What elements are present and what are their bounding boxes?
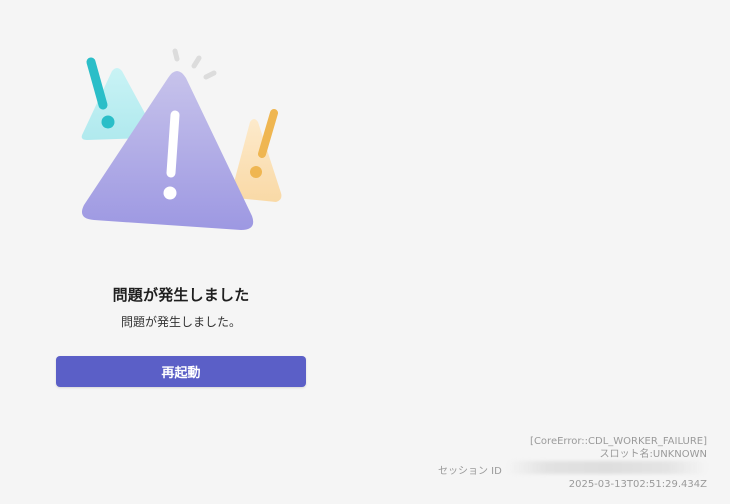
session-id-redacted xyxy=(507,461,707,474)
session-id-label: セッション ID xyxy=(437,466,502,477)
error-page: 問題が発生しました 問題が発生しました。 再起動 [CoreError::CDL… xyxy=(0,0,730,504)
warning-illustration-icon xyxy=(60,38,310,248)
session-id-row: セッション ID xyxy=(438,461,707,479)
timestamp: 2025-03-13T02:51:29.434Z xyxy=(568,478,707,490)
error-message: 問題が発生しました。 xyxy=(120,315,241,329)
restart-button[interactable]: 再起動 xyxy=(56,356,306,387)
slot-name: スロット名:UNKNOWN xyxy=(599,448,707,460)
diagnostics-info: [CoreError::CDL_WORKER_FAILURE] スロット名:UN… xyxy=(438,436,707,491)
error-code: [CoreError::CDL_WORKER_FAILURE] xyxy=(530,436,707,447)
error-title: 問題が発生しました xyxy=(112,286,250,304)
